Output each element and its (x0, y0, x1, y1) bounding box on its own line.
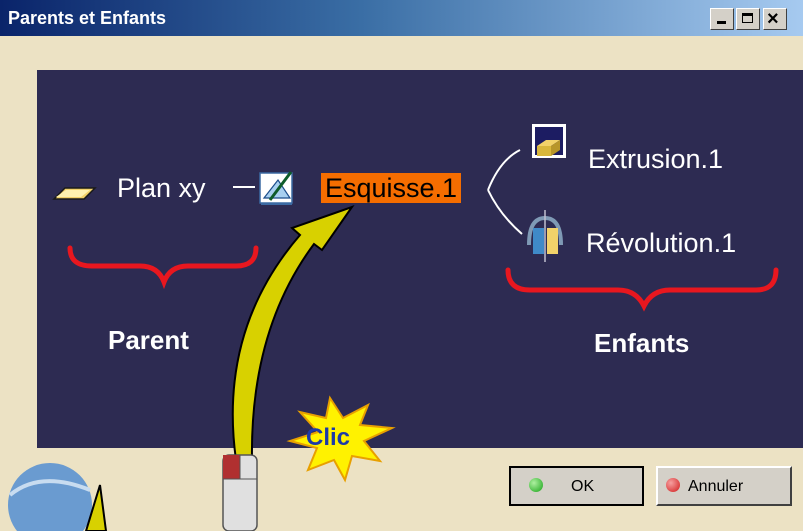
selected-node-highlight[interactable]: Esquisse.1 (321, 173, 462, 203)
ok-button[interactable]: OK (509, 466, 644, 506)
click-annotation: Clic (306, 424, 351, 451)
parent-brace (67, 245, 259, 290)
parents-children-window: Parents et Enfants × Plan xy Esquisse.1 … (0, 0, 803, 531)
sketch-icon[interactable] (259, 171, 293, 205)
pad-icon[interactable] (532, 124, 566, 158)
plane-icon (52, 187, 97, 200)
parent-annotation: Parent (108, 325, 189, 355)
cancel-icon (666, 478, 680, 492)
child-node-label[interactable]: Révolution.1 (586, 227, 736, 259)
child-node-label[interactable]: Extrusion.1 (588, 143, 723, 175)
decorative-globe-icon (8, 463, 92, 531)
ok-icon (529, 478, 543, 492)
children-brace (505, 267, 779, 312)
annotation-overlay (8, 124, 779, 531)
parent-node-label[interactable]: Plan xy (117, 172, 206, 204)
children-annotation: Enfants (594, 328, 690, 358)
shaft-icon[interactable] (527, 210, 563, 262)
current-node-label[interactable]: Esquisse.1 (321, 172, 462, 204)
mouse-icon (222, 454, 258, 531)
child-connector-2 (487, 189, 523, 235)
cancel-button[interactable]: Annuler (656, 466, 792, 506)
child-connector-1 (487, 149, 521, 191)
